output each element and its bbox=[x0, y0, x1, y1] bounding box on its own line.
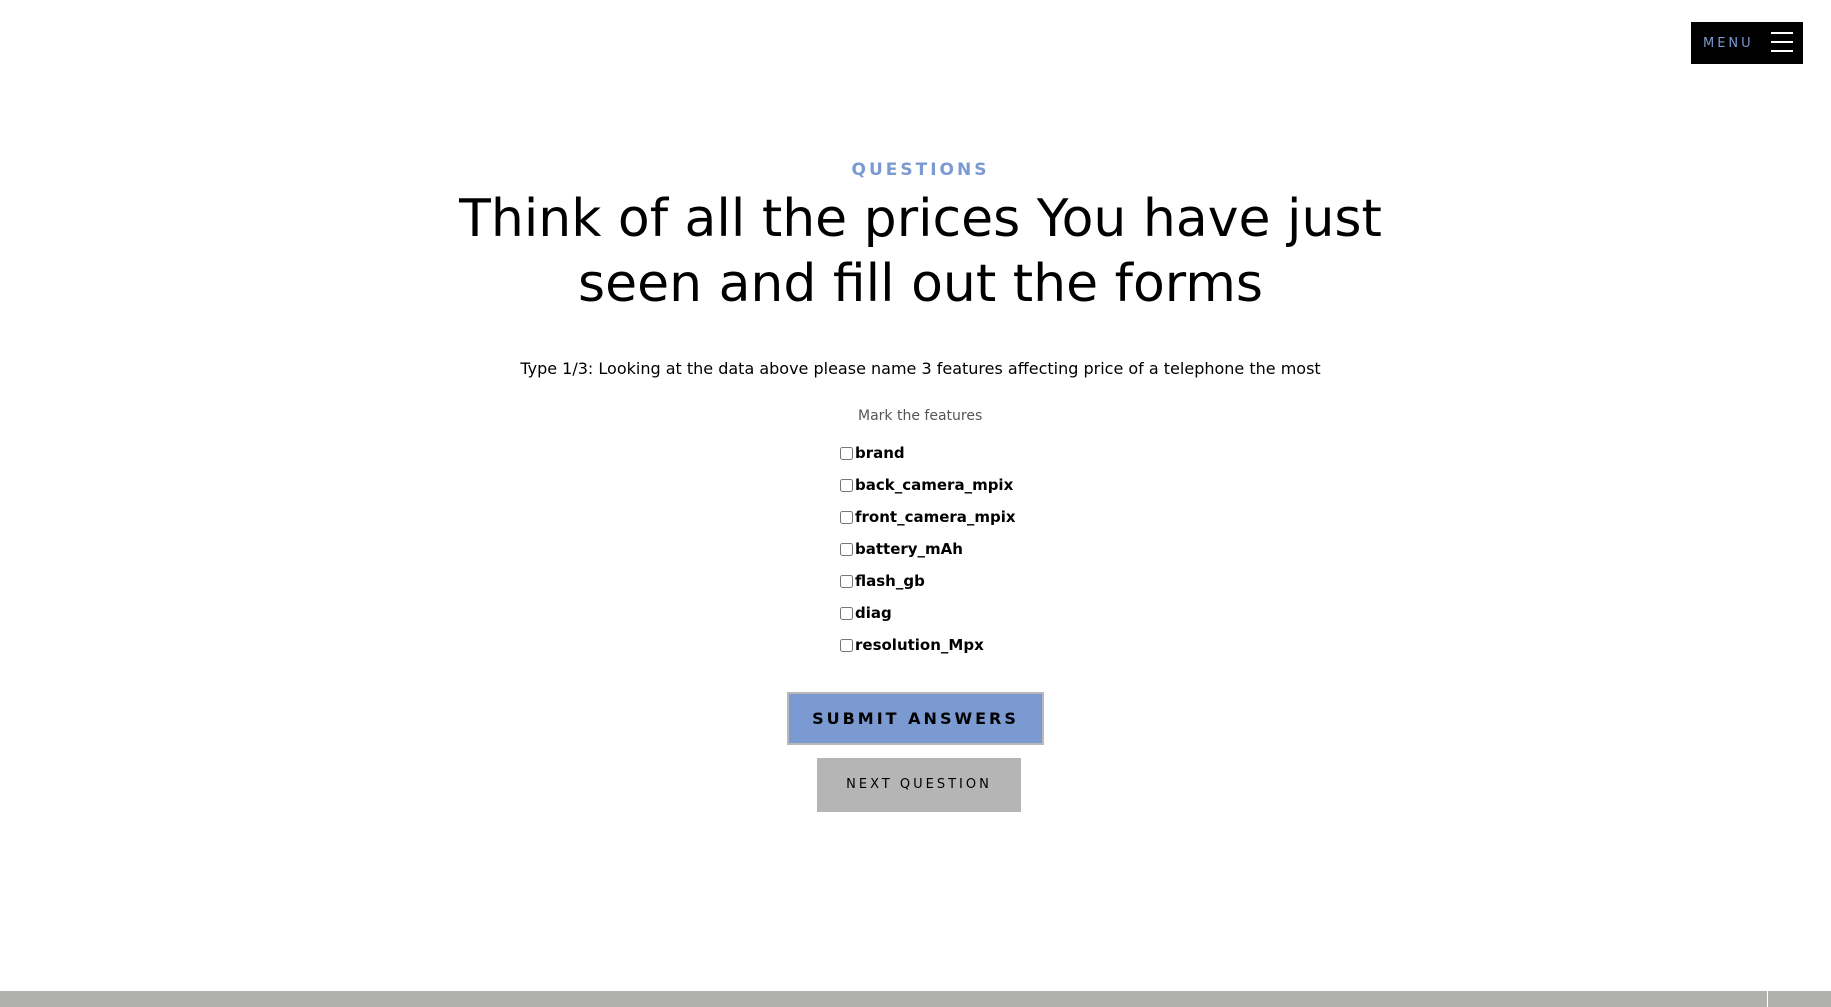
option-label: flash_gb bbox=[855, 572, 925, 590]
feature-option-battery-mah: battery_mAh bbox=[840, 533, 1016, 565]
submit-answers-button[interactable]: SUBMIT ANSWERS bbox=[787, 692, 1044, 745]
feature-option-front-camera-mpix: front_camera_mpix bbox=[840, 501, 1016, 533]
feature-option-diag: diag bbox=[840, 597, 1016, 629]
next-question-button[interactable]: NEXT QUESTION bbox=[817, 758, 1021, 812]
option-label: resolution_Mpx bbox=[855, 636, 984, 654]
section-eyebrow: QUESTIONS bbox=[851, 160, 990, 180]
hamburger-icon bbox=[1771, 32, 1793, 54]
checkbox-diag[interactable] bbox=[840, 606, 853, 620]
checkbox-back-camera-mpix[interactable] bbox=[840, 478, 853, 492]
footer-divider bbox=[1767, 991, 1768, 1007]
checkbox-battery-mah[interactable] bbox=[840, 542, 853, 556]
page-title: Think of all the prices You have just se… bbox=[459, 189, 1382, 314]
option-label: front_camera_mpix bbox=[855, 508, 1016, 526]
option-label: brand bbox=[855, 444, 905, 462]
fieldset-legend: Mark the features bbox=[858, 408, 983, 424]
menu-label: MENU bbox=[1703, 35, 1754, 51]
feature-option-flash-gb: flash_gb bbox=[840, 565, 1016, 597]
feature-options-list: brand back_camera_mpix front_camera_mpix… bbox=[840, 437, 1016, 661]
checkbox-flash-gb[interactable] bbox=[840, 574, 853, 588]
page: MENU QUESTIONS Think of all the prices Y… bbox=[0, 0, 1831, 1007]
checkbox-resolution-mpx[interactable] bbox=[840, 638, 853, 652]
checkbox-front-camera-mpix[interactable] bbox=[840, 510, 853, 524]
feature-option-resolution-mpx: resolution_Mpx bbox=[840, 629, 1016, 661]
option-label: diag bbox=[855, 604, 892, 622]
option-label: battery_mAh bbox=[855, 540, 963, 558]
feature-option-back-camera-mpix: back_camera_mpix bbox=[840, 469, 1016, 501]
menu-button[interactable]: MENU bbox=[1691, 22, 1803, 64]
feature-option-brand: brand bbox=[840, 437, 1016, 469]
checkbox-brand[interactable] bbox=[840, 446, 853, 460]
footer-bar bbox=[0, 991, 1831, 1007]
option-label: back_camera_mpix bbox=[855, 476, 1014, 494]
question-text: Type 1/3: Looking at the data above plea… bbox=[520, 359, 1321, 378]
